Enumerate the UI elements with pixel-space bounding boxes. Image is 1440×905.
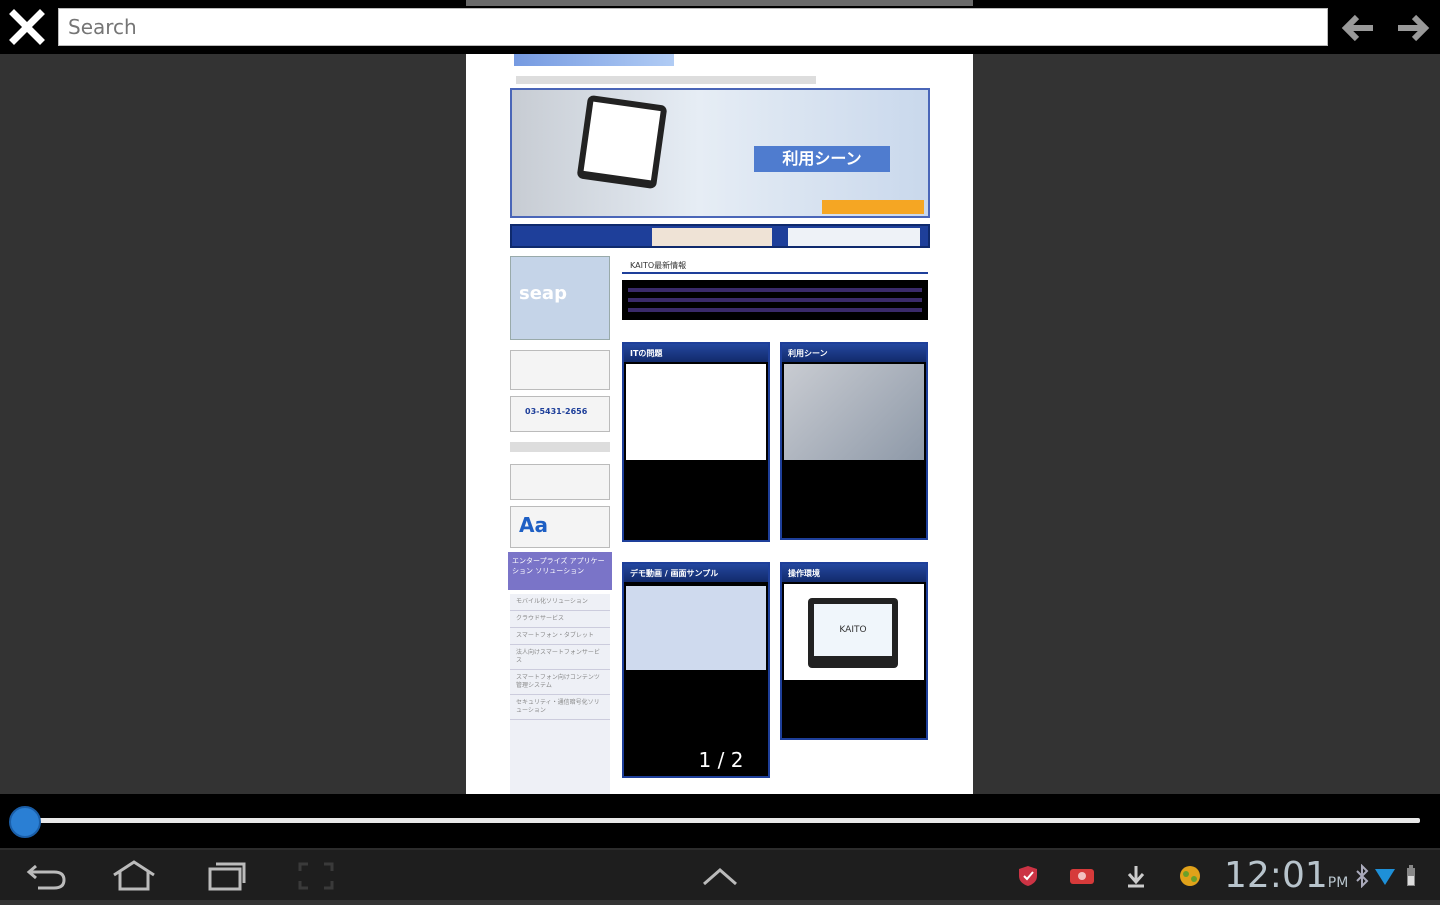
card-title: デモ動画 / 画面サンプル [624,564,768,582]
close-icon[interactable] [6,6,48,48]
home-icon[interactable] [110,858,158,894]
card-demo[interactable]: デモ動画 / 画面サンプル [622,562,770,778]
bluetooth-icon [1354,862,1370,890]
seap-banner[interactable]: seap [510,256,610,340]
video-icon [1068,862,1096,890]
page-strip [466,0,973,6]
phone-banner[interactable]: 03-5431-2656 [510,396,610,432]
download-icon [1122,862,1150,890]
hero-button[interactable] [822,200,924,214]
previous-arrow-icon[interactable] [1339,8,1379,48]
search-input[interactable] [58,8,1328,46]
screenshot-icon[interactable] [292,858,340,894]
zoom-slider-area [0,794,1440,848]
app-notification-icon [1176,862,1204,890]
sidebar-caption [510,442,610,452]
recent-apps-icon[interactable] [202,858,250,894]
site-logo [514,54,674,66]
system-bar: 12:01PM [0,848,1440,900]
card-use-scene[interactable]: 利用シーン [780,342,928,540]
enterprise-banner[interactable]: エンタープライズ アプリケーション ソリューション [508,552,612,590]
chevron-up-icon[interactable] [696,858,744,894]
battery-icon [1400,862,1422,890]
sidebar-link[interactable]: セキュリティ・通信暗号化ソリューション [510,695,610,720]
card-device-image: KAITO [784,584,924,680]
card-title: 操作環境 [782,564,926,582]
sidebar-link[interactable]: 法人向けスマートフォンサービス [510,645,610,670]
breadcrumb [516,76,816,84]
next-arrow-icon[interactable] [1392,8,1432,48]
page-indicator: 1 / 2 [695,748,747,772]
zoom-slider-track[interactable] [24,818,1420,823]
sidebar-link[interactable]: クラウドサービス [510,611,610,628]
card-diagram [626,364,766,460]
sidebar-links: モバイル化ソリューション クラウドサービス スマートフォン・タブレット 法人向け… [510,594,610,794]
zoom-slider-knob[interactable] [9,806,41,838]
sidebar-link[interactable]: モバイル化ソリューション [510,594,610,611]
keyword-banner[interactable] [510,464,610,500]
tablet-image [576,94,668,190]
top-toolbar [0,0,1440,54]
shield-icon [1014,862,1042,890]
card-photo [784,364,924,460]
card-environment[interactable]: 操作環境 KAITO [780,562,928,740]
sidebar-link[interactable]: スマートフォン向けコンテンツ管理システム [510,670,610,695]
hero-heading: 利用シーン [754,146,890,172]
news-heading: KAITO最新情報 [622,260,928,274]
back-icon[interactable] [22,858,70,894]
card-title: ITの問題 [624,344,768,362]
card-title: 利用シーン [782,344,926,362]
sidebar-link[interactable]: スマートフォン・タブレット [510,628,610,645]
hero-banner: 利用シーン [510,88,930,218]
news-box [622,280,928,320]
banner-row [510,224,930,248]
clock: 12:01PM [1224,855,1349,896]
wifi-icon [1372,862,1398,890]
kaito-logo: KAITO [814,604,892,656]
card-it-problem[interactable]: ITの問題 [622,342,770,542]
document-request-banner[interactable] [510,350,610,390]
card-filmstrip [626,586,766,670]
page-preview[interactable]: 利用シーン seap 03-5431-2656 Aa エンタープライズ アプリケ… [466,54,973,794]
font-banner[interactable]: Aa [510,506,610,548]
